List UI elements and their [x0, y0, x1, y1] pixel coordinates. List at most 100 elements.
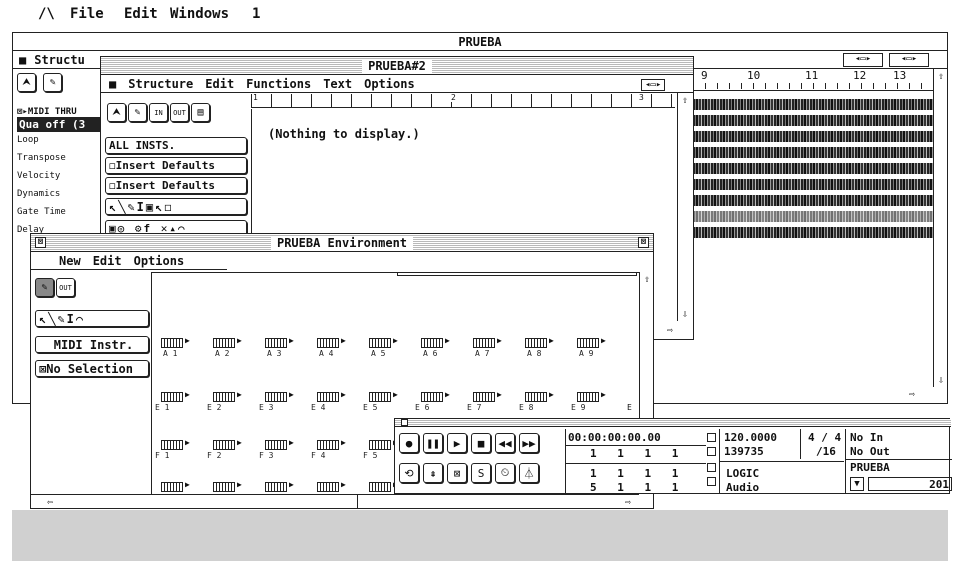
- transport-titlebar[interactable]: [395, 419, 951, 427]
- eventlist-ruler[interactable]: 1 2 3: [251, 93, 675, 108]
- audio-region[interactable]: [693, 115, 933, 126]
- metronome-button[interactable]: ⏃: [519, 463, 539, 483]
- dropdown-arrow-icon[interactable]: ▼: [850, 477, 864, 491]
- instrument-icon[interactable]: ▶ E 3: [259, 388, 305, 412]
- menu-options[interactable]: Options: [364, 77, 415, 91]
- environment-hscroll[interactable]: ⇦ ⇨: [31, 494, 639, 509]
- instrument-icon[interactable]: ▶ E 7: [467, 388, 513, 412]
- param-gate-time[interactable]: Gate Time: [17, 207, 109, 225]
- audio-region[interactable]: [693, 147, 933, 158]
- midi-in-icon[interactable]: IN: [149, 103, 168, 122]
- instrument-icon[interactable]: ▶ A 3: [265, 334, 305, 358]
- instrument-icon[interactable]: ▶ E 1: [155, 388, 201, 412]
- no-selection-button[interactable]: ⊠ No Selection: [35, 360, 149, 377]
- zoom-icon[interactable]: ◂▭▸: [641, 79, 666, 91]
- menu-screenset[interactable]: 1: [252, 6, 260, 22]
- replace-button[interactable]: ⊠: [447, 463, 467, 483]
- midi-out-icon[interactable]: OUT: [56, 278, 75, 297]
- arrange-titlebar[interactable]: PRUEBA: [13, 33, 947, 51]
- midi-display[interactable]: No In No Out PRUEBA ▼ 201: [845, 429, 952, 493]
- pointer-tool-icon[interactable]: ⮝: [107, 103, 126, 122]
- insert-defaults-button-1[interactable]: ◻ Insert Defaults: [105, 157, 247, 174]
- param-loop[interactable]: Loop: [17, 135, 109, 153]
- instrument-icon[interactable]: ▶ F 2: [207, 436, 253, 460]
- arrange-menu-structure[interactable]: Structu: [34, 53, 85, 67]
- menu-edit[interactable]: Edit: [205, 77, 234, 91]
- param-transpose[interactable]: Transpose: [17, 153, 109, 171]
- display-toggle[interactable]: [707, 463, 716, 472]
- app-logo-icon[interactable]: /\: [38, 6, 55, 22]
- audio-region[interactable]: [693, 195, 933, 206]
- instrument-icon[interactable]: ▶ A 8: [525, 334, 565, 358]
- play-button[interactable]: ▶: [447, 433, 467, 453]
- eventlist-titlebar[interactable]: PRUEBA#2: [101, 57, 693, 75]
- menu-edit[interactable]: Edit: [93, 254, 122, 268]
- rewind-button[interactable]: ◀◀: [495, 433, 515, 453]
- zoom-horizontal-icon[interactable]: ◂▭▸: [843, 53, 883, 67]
- position-display[interactable]: 00:00:00:00.00 1 1 1 1 1 1 1 1 5 1 1 1: [565, 429, 706, 494]
- instrument-icon[interactable]: ▶ A 6: [421, 334, 461, 358]
- scroll-up-icon[interactable]: ⇧: [678, 93, 692, 107]
- menu-file[interactable]: File: [70, 6, 104, 22]
- instrument-icon[interactable]: ▶ A 1: [161, 334, 201, 358]
- instrument-icon[interactable]: ▶ E 4: [311, 388, 357, 412]
- counter-field[interactable]: 201: [868, 477, 952, 491]
- arrange-menu-icon[interactable]: ■: [19, 53, 26, 67]
- zoom-box-icon[interactable]: ⊠: [638, 237, 649, 248]
- sync-button[interactable]: ⏲: [495, 463, 515, 483]
- instrument-icon[interactable]: ▶ A 5: [369, 334, 409, 358]
- scroll-up-icon[interactable]: ⇧: [934, 69, 948, 83]
- param-dynamics[interactable]: Dynamics: [17, 189, 109, 207]
- instrument-icon[interactable]: ▶ F 1: [155, 436, 201, 460]
- instrument-icon[interactable]: ▶ F 3: [259, 436, 305, 460]
- audio-region[interactable]: [693, 163, 933, 174]
- display-toggle[interactable]: [707, 447, 716, 456]
- display-toggle[interactable]: [707, 433, 716, 442]
- audio-region[interactable]: [693, 211, 933, 222]
- audio-region[interactable]: [693, 99, 933, 110]
- instrument-icon[interactable]: ▶ A 9: [577, 334, 617, 358]
- menu-functions[interactable]: Functions: [246, 77, 311, 91]
- audio-region[interactable]: [693, 131, 933, 142]
- menu-new[interactable]: New: [59, 254, 81, 268]
- solo-button[interactable]: S: [471, 463, 491, 483]
- instrument-icon[interactable]: ▶ A 2: [213, 334, 253, 358]
- display-toggle[interactable]: [707, 477, 716, 486]
- audio-region[interactable]: [693, 227, 933, 238]
- pause-button[interactable]: ❚❚: [423, 433, 443, 453]
- scroll-up-icon[interactable]: ⇧: [640, 272, 654, 286]
- midi-out-icon[interactable]: OUT: [170, 103, 189, 122]
- scroll-down-icon[interactable]: ⇩: [678, 307, 692, 321]
- all-insts-button[interactable]: ALL INSTS.: [105, 137, 247, 154]
- record-button[interactable]: ●: [399, 433, 419, 453]
- menu-options[interactable]: Options: [134, 254, 185, 268]
- arrange-ruler[interactable]: 9 10 11 12 13: [693, 69, 933, 91]
- instrument-icon[interactable]: ▶ E 6: [415, 388, 461, 412]
- instrument-icon[interactable]: ▶ E 5: [363, 388, 409, 412]
- menu-windows[interactable]: Windows: [170, 6, 229, 22]
- pencil-tool-icon[interactable]: ✎: [43, 73, 63, 92]
- stop-button[interactable]: ■: [471, 433, 491, 453]
- forward-button[interactable]: ▶▶: [519, 433, 539, 453]
- zoom-vertical-icon[interactable]: ◂▭▸: [889, 53, 929, 67]
- insert-defaults-button-2[interactable]: ◻ Insert Defaults: [105, 177, 247, 194]
- scroll-right-icon[interactable]: ⇨: [905, 387, 919, 401]
- eventlist-menu-icon[interactable]: ■: [109, 77, 116, 91]
- arrange-vscroll[interactable]: ⇧ ⇩: [933, 69, 947, 387]
- tempo-display[interactable]: 120.0000 4 / 4 139735 /16 LOGIC Audio: [719, 429, 844, 494]
- scroll-down-icon[interactable]: ⇩: [934, 373, 948, 387]
- scroll-right-icon[interactable]: ⇨: [621, 495, 635, 509]
- autodrop-button[interactable]: ⇞: [423, 463, 443, 483]
- menu-edit[interactable]: Edit: [124, 6, 158, 22]
- pointer-tool-icon[interactable]: ⮝: [17, 73, 36, 92]
- quantize-value[interactable]: Qua off (3: [17, 117, 109, 132]
- edit-tools-palette[interactable]: ↖╲✎I▣↖◻: [105, 198, 247, 215]
- inspector-header[interactable]: ⊠▸ MIDI THRU: [17, 107, 109, 117]
- cycle-button[interactable]: ⟲: [399, 463, 419, 483]
- track-lanes[interactable]: [693, 99, 933, 299]
- list-icon[interactable]: ▤: [191, 103, 210, 122]
- pencil-tool-icon[interactable]: ✎: [128, 103, 147, 122]
- close-box-icon[interactable]: [401, 419, 408, 426]
- environment-titlebar[interactable]: ⊠ PRUEBA Environment ⊠: [31, 234, 653, 252]
- menu-structure[interactable]: Structure: [128, 77, 193, 91]
